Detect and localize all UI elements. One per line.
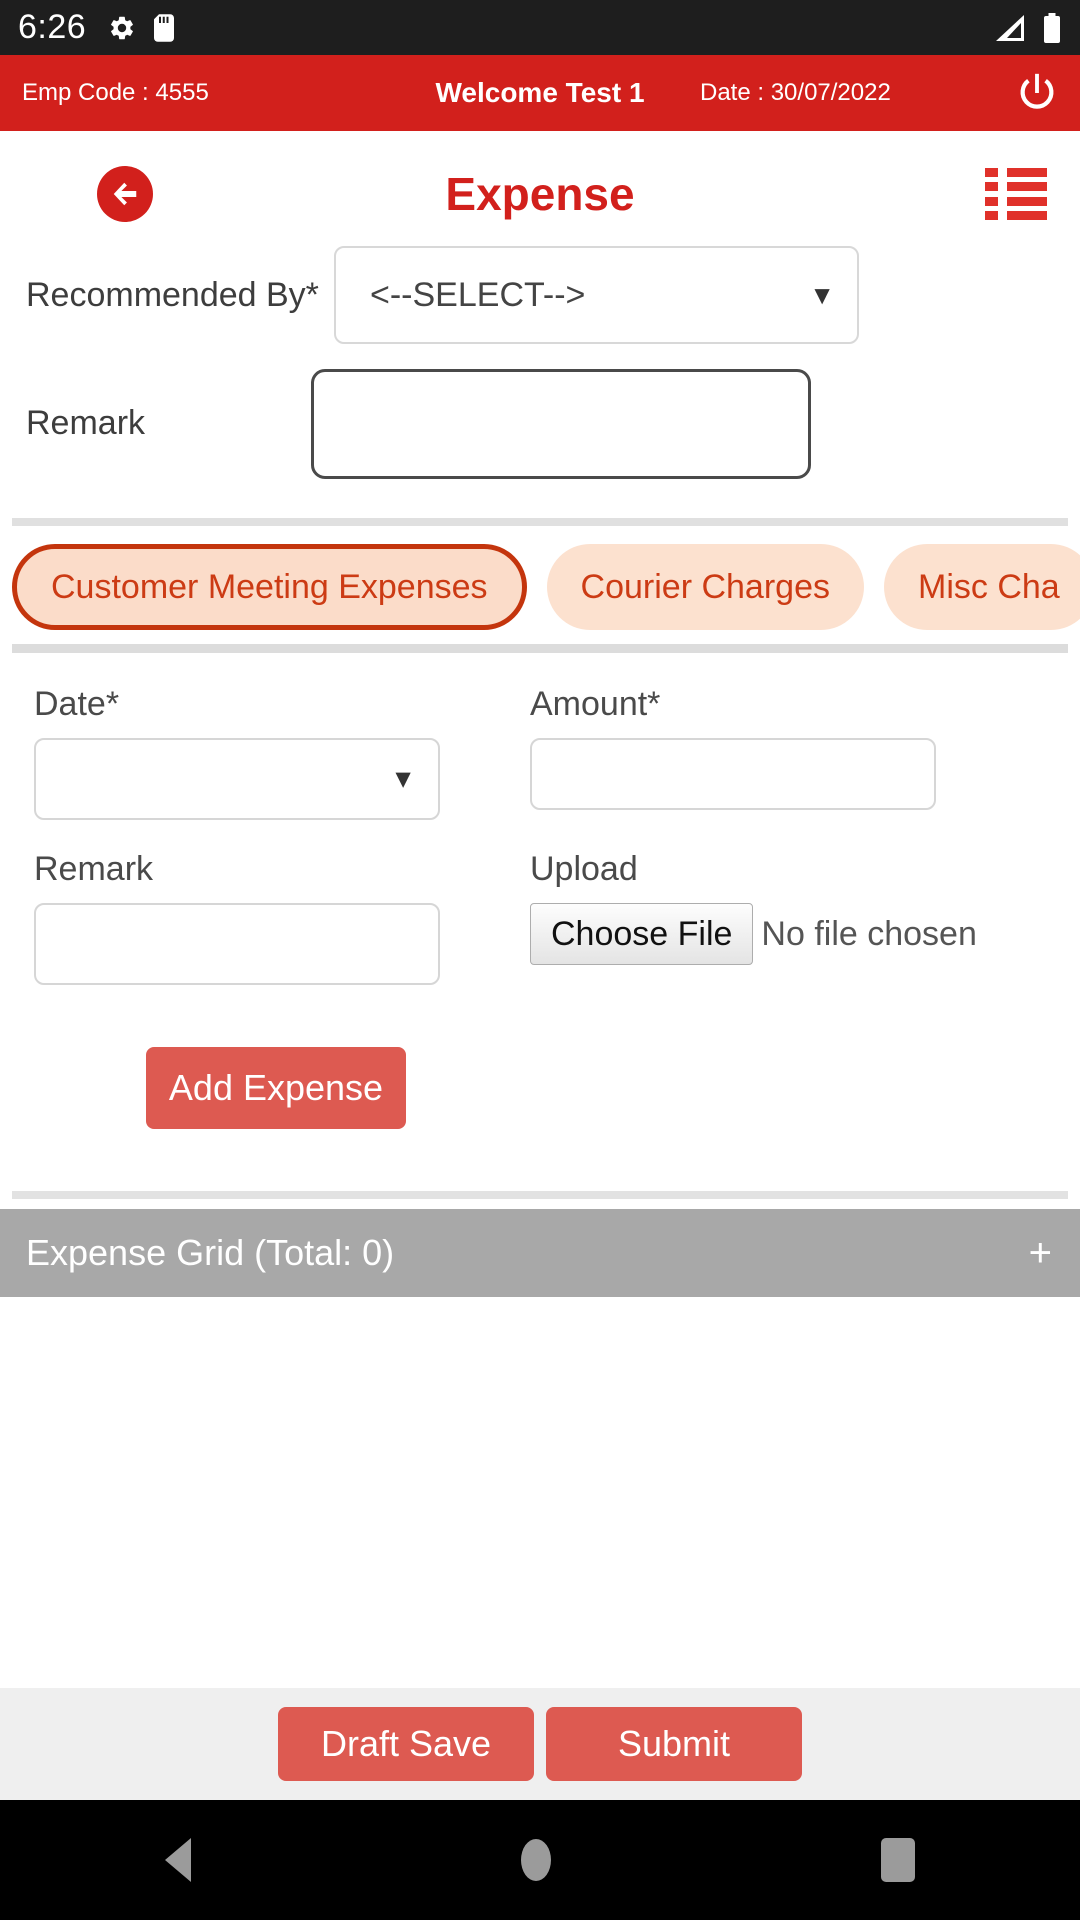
expense-detail-form: Date* ▼ Amount* Remark Upload Choose Fil… [0, 653, 1080, 1129]
back-arrow-icon[interactable] [97, 166, 153, 222]
category-chip-label: Misc Cha [918, 567, 1060, 606]
draft-save-button[interactable]: Draft Save [278, 1707, 534, 1781]
app-screen: 6:26 Emp Code : 4555 Welcome Test 1 Date… [0, 0, 1080, 1920]
sd-card-icon [154, 13, 175, 42]
nav-back-icon[interactable] [165, 1838, 191, 1882]
list-menu-row [985, 210, 1047, 220]
upload-group: Upload Choose File No file chosen [530, 850, 996, 985]
footer-action-bar: Draft Save Submit [0, 1688, 1080, 1800]
amount-label: Amount* [530, 685, 661, 723]
employee-header-bar: Emp Code : 4555 Welcome Test 1 Date : 30… [0, 55, 1080, 131]
nav-home-icon[interactable] [521, 1839, 551, 1881]
section-divider [12, 518, 1068, 526]
upload-label: Upload [530, 850, 638, 888]
power-glyph [1020, 73, 1054, 109]
list-menu-row [985, 182, 1047, 192]
chevron-down-icon: ▼ [390, 763, 416, 794]
status-bar: 6:26 [0, 0, 1080, 55]
welcome-label: Welcome Test 1 [435, 77, 645, 108]
list-menu-row [985, 168, 1047, 177]
category-chip-misc-charges[interactable]: Misc Cha [884, 544, 1080, 630]
nav-recents-icon[interactable] [881, 1838, 915, 1882]
file-status-label: No file chosen [761, 914, 977, 953]
grid-divider [12, 1191, 1068, 1199]
remark-input[interactable] [311, 368, 811, 479]
page-title: Expense [445, 168, 635, 220]
status-bar-left-icons [108, 13, 175, 42]
list-menu-icon[interactable] [985, 168, 1047, 220]
category-chip-label: Customer Meeting Expenses [51, 567, 488, 606]
page-title-bar: Expense [0, 149, 1080, 239]
recommended-by-row: Recommended By* <--SELECT--> ▼ [24, 239, 1056, 351]
remark-label: Remark [26, 404, 146, 442]
category-chip-customer-meeting-expenses[interactable]: Customer Meeting Expenses [12, 544, 527, 630]
add-expense-wrap: Add Expense [34, 985, 1046, 1129]
date-select[interactable]: ▼ [34, 738, 440, 820]
amount-input[interactable] [530, 738, 936, 810]
chevron-down-icon: ▼ [809, 279, 835, 310]
battery-icon [1044, 12, 1060, 43]
power-icon[interactable] [1014, 70, 1060, 116]
back-arrow-glyph [113, 182, 137, 206]
detail-remark-group: Remark [34, 850, 500, 985]
signal-icon [996, 14, 1024, 41]
category-chip-courier-charges[interactable]: Courier Charges [546, 544, 864, 630]
detail-remark-input[interactable] [34, 903, 440, 985]
android-nav-bar [0, 1800, 1080, 1920]
chips-divider [12, 644, 1068, 653]
recommended-by-label: Recommended By* [26, 275, 319, 314]
expand-plus-icon[interactable]: + [1029, 1233, 1052, 1273]
list-menu-row [985, 196, 1047, 206]
remark-upload-row: Remark Upload Choose File No file chosen [34, 850, 1046, 985]
remark-row: Remark [24, 351, 1056, 496]
amount-field-group: Amount* [530, 685, 996, 820]
status-bar-clock: 6:26 [18, 8, 87, 46]
date-label: Date* [34, 685, 120, 723]
status-bar-right-icons [994, 12, 1062, 43]
category-chip-label: Courier Charges [580, 567, 830, 606]
gear-icon [111, 16, 134, 39]
expense-grid-header[interactable]: Expense Grid (Total: 0) + [0, 1209, 1080, 1297]
choose-file-button[interactable]: Choose File [530, 903, 754, 965]
recommended-by-select[interactable]: <--SELECT--> ▼ [334, 246, 859, 344]
emp-code-label: Emp Code : 4555 [22, 79, 209, 106]
date-field-group: Date* ▼ [34, 685, 500, 820]
date-label: Date : 30/07/2022 [700, 79, 891, 106]
submit-button[interactable]: Submit [546, 1707, 802, 1781]
file-input-row[interactable]: Choose File No file chosen [530, 903, 996, 965]
top-form: Recommended By* <--SELECT--> ▼ Remark [0, 239, 1080, 496]
add-expense-button[interactable]: Add Expense [146, 1047, 406, 1129]
date-amount-row: Date* ▼ Amount* [34, 685, 1046, 820]
expense-grid-title: Expense Grid (Total: 0) [26, 1232, 395, 1273]
recommended-by-value: <--SELECT--> [370, 275, 586, 314]
category-tab-list[interactable]: Customer Meeting Expenses Courier Charge… [0, 526, 1080, 644]
detail-remark-label: Remark [34, 850, 154, 888]
